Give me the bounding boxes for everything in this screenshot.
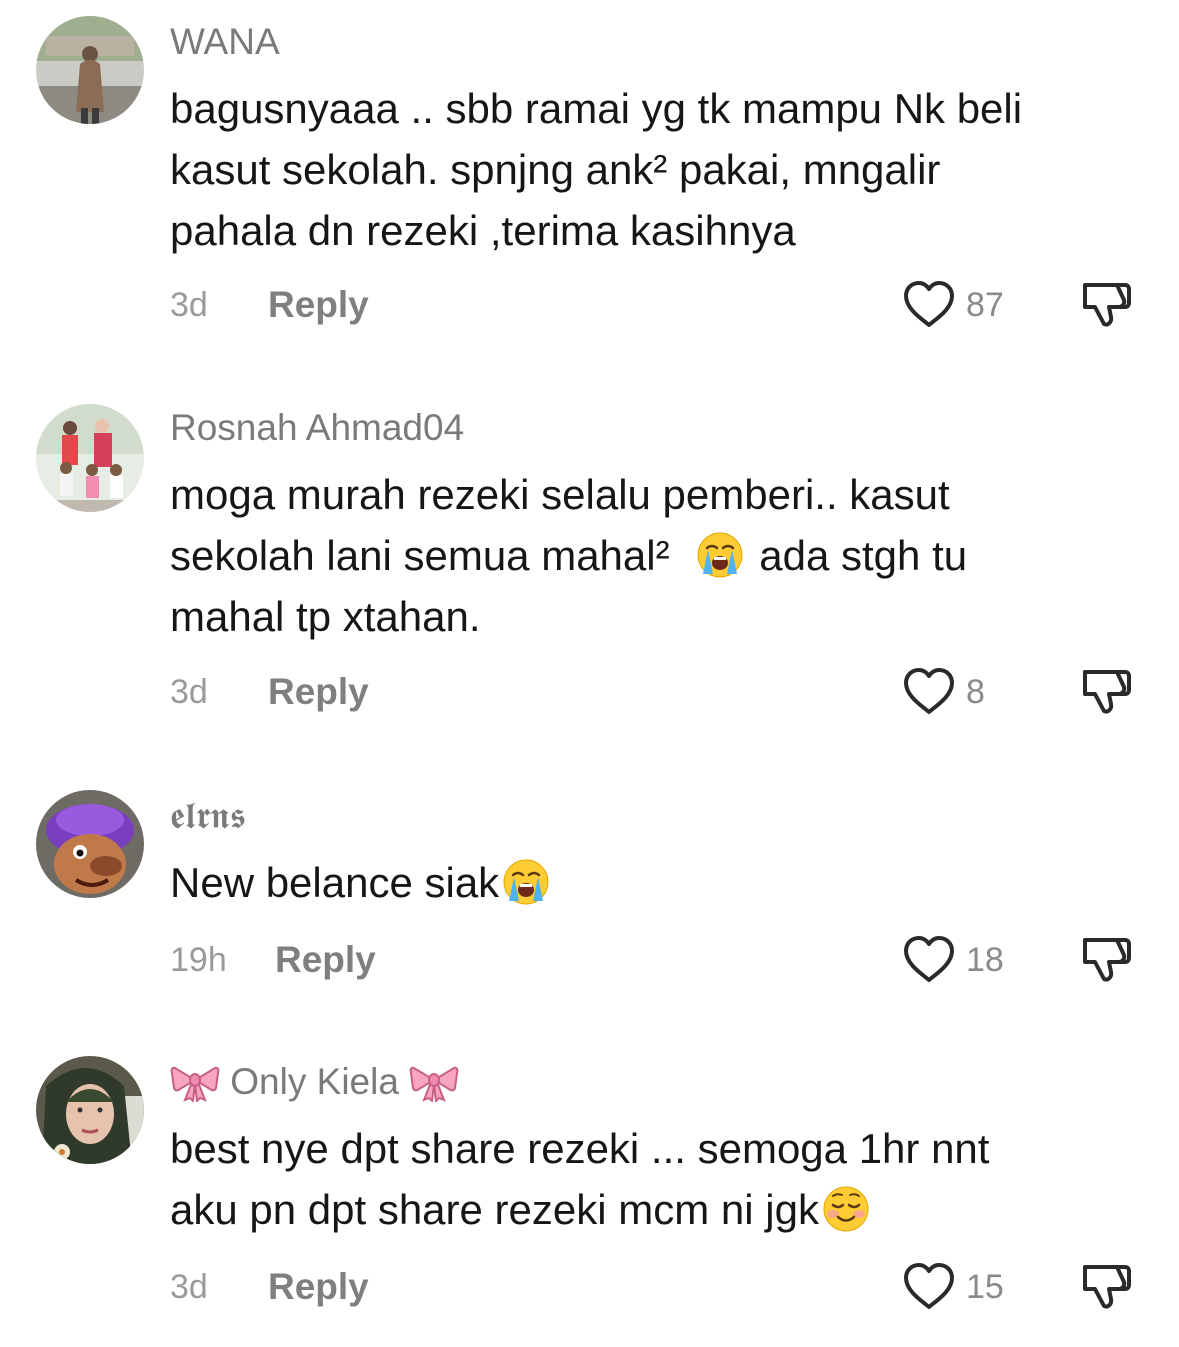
comment-text-line: best nye dpt share rezeki ... semoga 1hr… xyxy=(170,1125,990,1172)
comment-actions: 19h Reply 18 xyxy=(170,935,1135,985)
heart-icon[interactable] xyxy=(902,1262,956,1312)
comment-text-segment: aku pn dpt share rezeki mcm ni jgk xyxy=(170,1186,819,1233)
comment-text: New belance siak xyxy=(170,852,1150,913)
comment-text-segment: New belance siak xyxy=(170,859,500,906)
username[interactable]: WANA xyxy=(170,20,280,64)
ribbon-bow-icon xyxy=(409,1062,459,1102)
username[interactable]: Only Kiela xyxy=(170,1060,459,1104)
comment-text-line: kasut sekolah. spnjng ank² pakai, mngali… xyxy=(170,146,941,193)
thumbs-down-icon[interactable] xyxy=(1078,667,1134,717)
comment-text-line: New belance siak xyxy=(170,852,1150,913)
comment-actions: 3d Reply 8 xyxy=(170,667,1135,717)
reply-button[interactable]: Reply xyxy=(268,280,369,330)
comment-text-line: bagusnyaaa .. sbb ramai yg tk mampu Nk b… xyxy=(170,85,1023,132)
like-count: 8 xyxy=(966,673,985,711)
timestamp: 19h xyxy=(170,941,227,979)
avatar[interactable] xyxy=(36,790,144,898)
timestamp: 3d xyxy=(170,1268,208,1306)
username[interactable]: 𝖊𝖑𝖗𝖓𝖘 xyxy=(170,794,246,838)
reply-button[interactable]: Reply xyxy=(268,1262,369,1312)
thumbs-down-icon[interactable] xyxy=(1078,935,1134,985)
comment-text-segment: sekolah lani semua mahal² xyxy=(170,532,670,579)
comment-actions: 3d Reply 15 xyxy=(170,1262,1135,1312)
reply-button[interactable]: Reply xyxy=(275,935,376,985)
comment-text: bagusnyaaa .. sbb ramai yg tk mampu Nk b… xyxy=(170,78,1150,261)
like-count: 87 xyxy=(966,286,1004,324)
ribbon-bow-icon xyxy=(170,1062,220,1102)
like-count: 15 xyxy=(966,1268,1004,1306)
loudly-crying-face-icon xyxy=(501,857,551,907)
comment-text-segment: ada stgh tu xyxy=(759,532,968,579)
avatar[interactable] xyxy=(36,404,144,512)
username[interactable]: Rosnah Ahmad04 xyxy=(170,406,464,450)
heart-icon[interactable] xyxy=(902,667,956,717)
avatar[interactable] xyxy=(36,16,144,124)
timestamp: 3d xyxy=(170,286,208,324)
comment-text-line: mahal tp xtahan. xyxy=(170,593,481,640)
loudly-crying-face-icon xyxy=(695,530,745,580)
comment-text-line: aku pn dpt share rezeki mcm ni jgk xyxy=(170,1179,1150,1240)
avatar[interactable] xyxy=(36,1056,144,1164)
username-text: Only Kiela xyxy=(230,1061,399,1102)
heart-icon[interactable] xyxy=(902,935,956,985)
thumbs-down-icon[interactable] xyxy=(1078,280,1134,330)
smiling-face-icon xyxy=(821,1184,871,1234)
comment-text-line: moga murah rezeki selalu pemberi.. kasut xyxy=(170,471,950,518)
timestamp: 3d xyxy=(170,673,208,711)
like-count: 18 xyxy=(966,941,1004,979)
comment-text: moga murah rezeki selalu pemberi.. kasut… xyxy=(170,464,1150,647)
comment-text: best nye dpt share rezeki ... semoga 1hr… xyxy=(170,1118,1150,1240)
comment-text-line: sekolah lani semua mahal² ada stgh tu xyxy=(170,525,1150,586)
comment-actions: 3d Reply 87 xyxy=(170,280,1135,330)
reply-button[interactable]: Reply xyxy=(268,667,369,717)
heart-icon[interactable] xyxy=(902,280,956,330)
comment-text-line: pahala dn rezeki ,terima kasihnya xyxy=(170,207,796,254)
thumbs-down-icon[interactable] xyxy=(1078,1262,1134,1312)
